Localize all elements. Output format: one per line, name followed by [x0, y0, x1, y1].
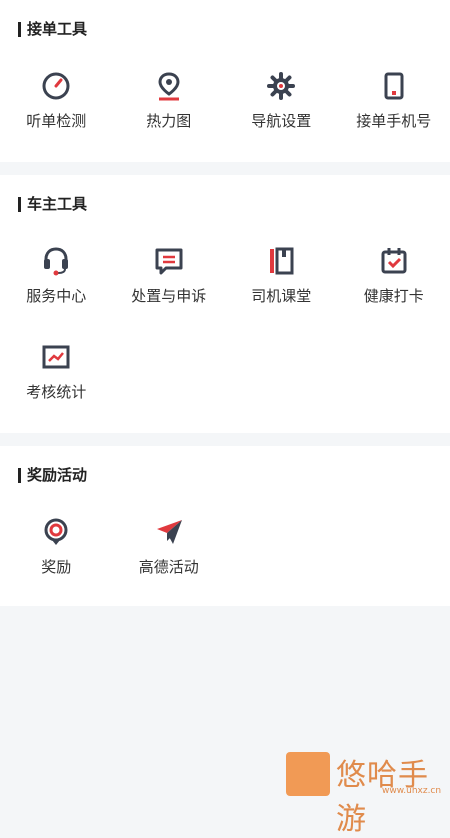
medal-icon [40, 516, 72, 548]
section-title: 接单工具 [18, 22, 87, 37]
tool-label: 健康打卡 [364, 285, 424, 306]
location-pin-icon [153, 70, 185, 102]
tool-label: 奖励 [41, 556, 71, 577]
tool-label: 高德活动 [139, 556, 199, 577]
tool-label: 考核统计 [26, 381, 86, 402]
owner-tools-section: 车主工具 服务中心 [0, 175, 450, 433]
tool-appeal[interactable]: 处置与申诉 [113, 245, 226, 341]
chat-bubble-icon [153, 245, 185, 277]
rewards-section: 奖励活动 奖励 [0, 446, 450, 606]
paper-plane-icon [153, 516, 185, 548]
tool-navigation-settings[interactable]: 导航设置 [225, 70, 338, 166]
tool-label: 处置与申诉 [131, 285, 206, 306]
section-title: 车主工具 [18, 197, 87, 212]
tool-label: 司机课堂 [251, 285, 311, 306]
watermark-url: www.uhxz.cn [382, 786, 441, 796]
section-title: 奖励活动 [18, 468, 87, 483]
watermark-logo-icon [286, 752, 330, 796]
tool-health-checkin[interactable]: 健康打卡 [338, 245, 450, 341]
order-tools-section: 接单工具 听单检测 [0, 0, 450, 162]
calendar-check-icon [378, 245, 410, 277]
tool-label: 接单手机号 [356, 110, 431, 131]
tool-order-phone[interactable]: 接单手机号 [338, 70, 450, 166]
chart-icon [40, 341, 72, 373]
tool-amap-activities[interactable]: 高德活动 [113, 516, 226, 612]
gauge-icon [40, 70, 72, 102]
watermark: 悠哈手游 www.uhxz.cn [282, 748, 448, 800]
tool-service-center[interactable]: 服务中心 [0, 245, 113, 341]
gear-icon [265, 70, 297, 102]
tool-rewards[interactable]: 奖励 [0, 516, 113, 612]
tool-order-detection[interactable]: 听单检测 [0, 70, 113, 166]
tool-label: 听单检测 [26, 110, 86, 131]
tool-assessment-stats[interactable]: 考核统计 [0, 341, 113, 437]
book-icon [265, 245, 297, 277]
phone-icon [378, 70, 410, 102]
tool-driver-class[interactable]: 司机课堂 [225, 245, 338, 341]
tool-heatmap[interactable]: 热力图 [113, 70, 226, 166]
tool-label: 热力图 [146, 110, 191, 131]
headset-icon [40, 245, 72, 277]
tool-label: 导航设置 [251, 110, 311, 131]
tool-label: 服务中心 [26, 285, 86, 306]
